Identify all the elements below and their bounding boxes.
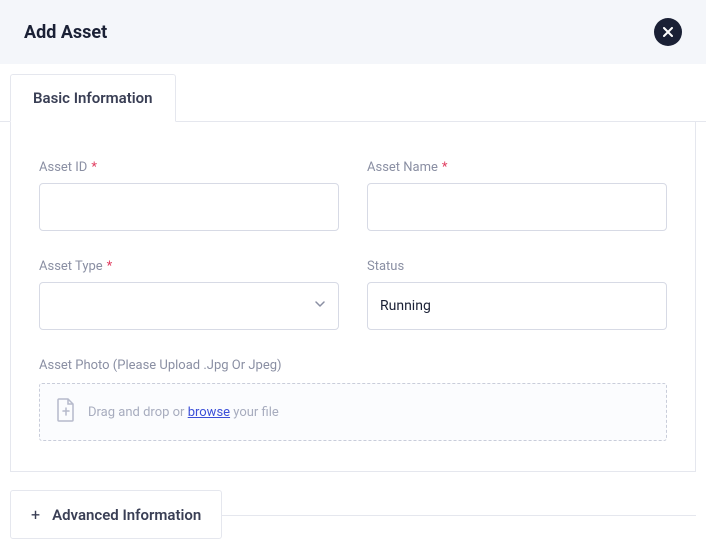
input-asset-name[interactable] xyxy=(367,183,667,231)
accordion-title: Advanced Information xyxy=(52,506,201,524)
label-text: Asset ID xyxy=(39,160,87,175)
chevron-down-icon xyxy=(314,298,326,314)
modal-header: Add Asset xyxy=(0,0,706,64)
label-text: Status xyxy=(367,259,404,274)
select-value: Running xyxy=(380,298,431,314)
field-asset-type: Asset Type * xyxy=(39,259,339,330)
form-row: Asset ID * Asset Name * xyxy=(39,160,667,231)
upload-hint-suffix: your file xyxy=(230,405,279,420)
label-text: Asset Name xyxy=(367,160,438,175)
tab-row: Basic Information xyxy=(0,64,706,122)
field-status: Status Running xyxy=(367,259,667,330)
field-asset-name: Asset Name * xyxy=(367,160,667,231)
required-indicator: * xyxy=(442,160,448,175)
required-indicator: * xyxy=(107,259,113,274)
label-asset-photo: Asset Photo (Please Upload .Jpg Or Jpeg) xyxy=(39,358,667,373)
select-asset-type[interactable] xyxy=(39,282,339,330)
required-indicator: * xyxy=(91,160,97,175)
basic-information-panel: Asset ID * Asset Name * Asset Type * xyxy=(10,122,696,472)
plus-icon: + xyxy=(31,505,40,524)
label-asset-id: Asset ID * xyxy=(39,160,339,175)
close-button[interactable] xyxy=(654,18,682,46)
file-upload-icon xyxy=(56,398,76,426)
select-status[interactable]: Running xyxy=(367,282,667,330)
accordion-advanced: + Advanced Information xyxy=(10,490,696,539)
field-asset-photo: Asset Photo (Please Upload .Jpg Or Jpeg)… xyxy=(39,358,667,441)
label-text: Asset Type xyxy=(39,259,103,274)
input-asset-id[interactable] xyxy=(39,183,339,231)
field-asset-id: Asset ID * xyxy=(39,160,339,231)
form-row: Asset Type * Status Running xyxy=(39,259,667,330)
tab-basic-information[interactable]: Basic Information xyxy=(10,74,176,122)
upload-hint-prefix: Drag and drop or xyxy=(88,405,188,420)
modal-title: Add Asset xyxy=(24,22,107,43)
label-asset-type: Asset Type * xyxy=(39,259,339,274)
close-icon xyxy=(663,27,673,37)
browse-link[interactable]: browse xyxy=(188,405,230,420)
label-status: Status xyxy=(367,259,667,274)
upload-dropzone[interactable]: Drag and drop or browse your file xyxy=(39,383,667,441)
upload-hint: Drag and drop or browse your file xyxy=(88,405,279,420)
label-asset-name: Asset Name * xyxy=(367,160,667,175)
accordion-header-advanced[interactable]: + Advanced Information xyxy=(10,490,222,539)
